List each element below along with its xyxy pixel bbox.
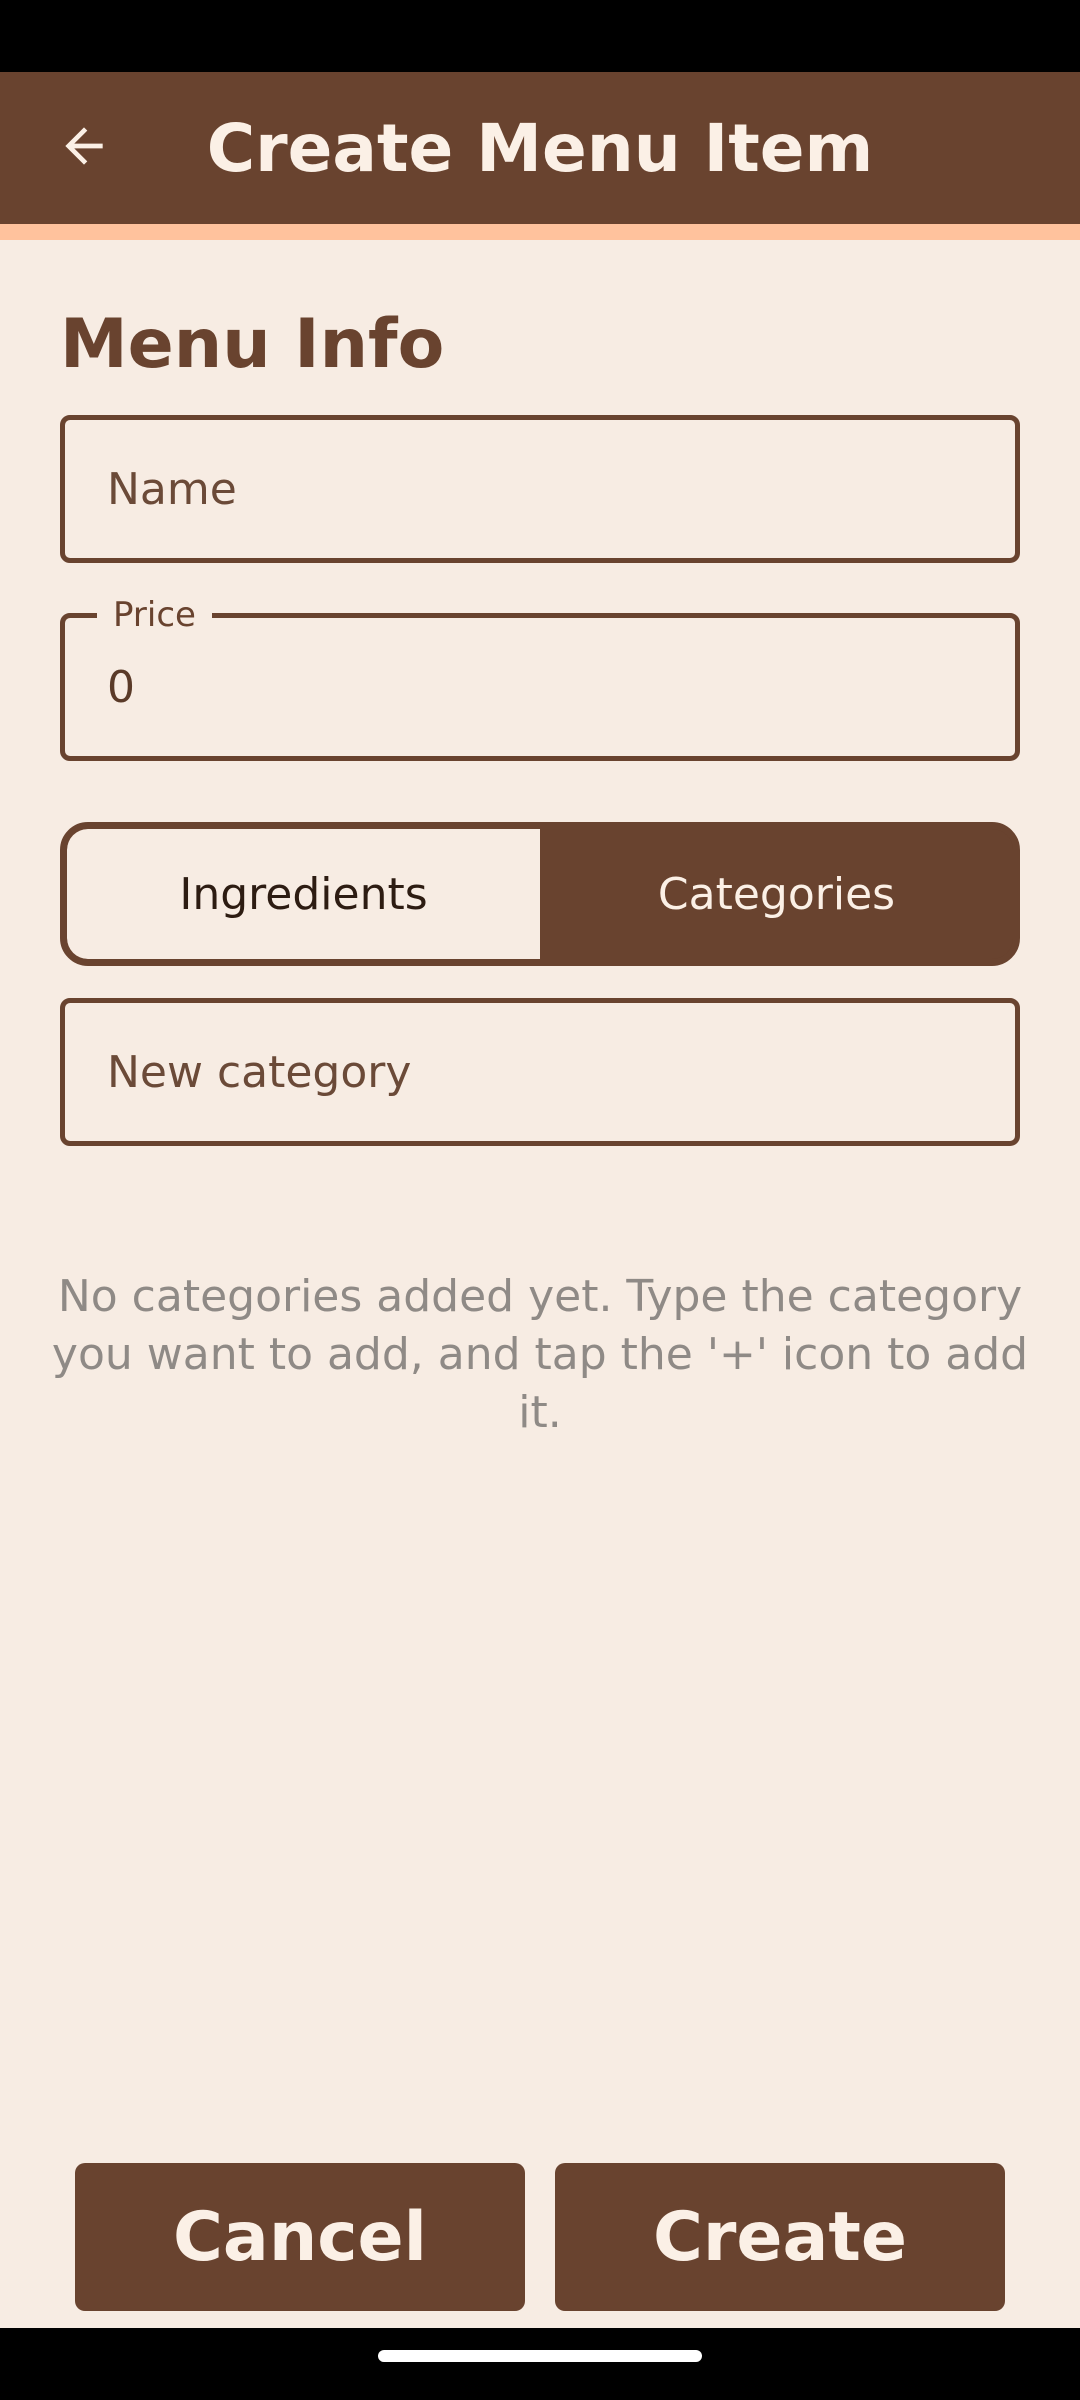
arrow-left-icon bbox=[65, 127, 103, 165]
navigation-bar bbox=[0, 2328, 1080, 2400]
cancel-button[interactable]: Cancel bbox=[75, 2163, 525, 2311]
home-indicator[interactable] bbox=[378, 2350, 702, 2362]
new-category-field[interactable] bbox=[60, 998, 1020, 1146]
tab-ingredients[interactable]: Ingredients bbox=[67, 829, 540, 959]
name-input[interactable] bbox=[107, 420, 977, 558]
create-button[interactable]: Create bbox=[555, 2163, 1005, 2311]
empty-state-message: No categories added yet. Type the catego… bbox=[51, 1271, 1029, 1438]
screen: Create Menu Item Menu Info Price Ingredi… bbox=[0, 0, 1080, 2400]
name-field[interactable] bbox=[60, 415, 1020, 563]
section-title-menu-info: Menu Info bbox=[60, 305, 445, 384]
page-title: Create Menu Item bbox=[206, 109, 874, 187]
app-bar-accent-strip bbox=[0, 224, 1080, 240]
tab-categories[interactable]: Categories bbox=[540, 829, 1013, 959]
back-button[interactable] bbox=[42, 104, 126, 188]
price-field[interactable]: Price bbox=[60, 592, 1020, 761]
new-category-input[interactable] bbox=[107, 1003, 977, 1141]
price-input[interactable] bbox=[107, 618, 977, 756]
tab-switcher: Ingredients Categories bbox=[60, 822, 1020, 966]
status-bar bbox=[0, 0, 1080, 72]
